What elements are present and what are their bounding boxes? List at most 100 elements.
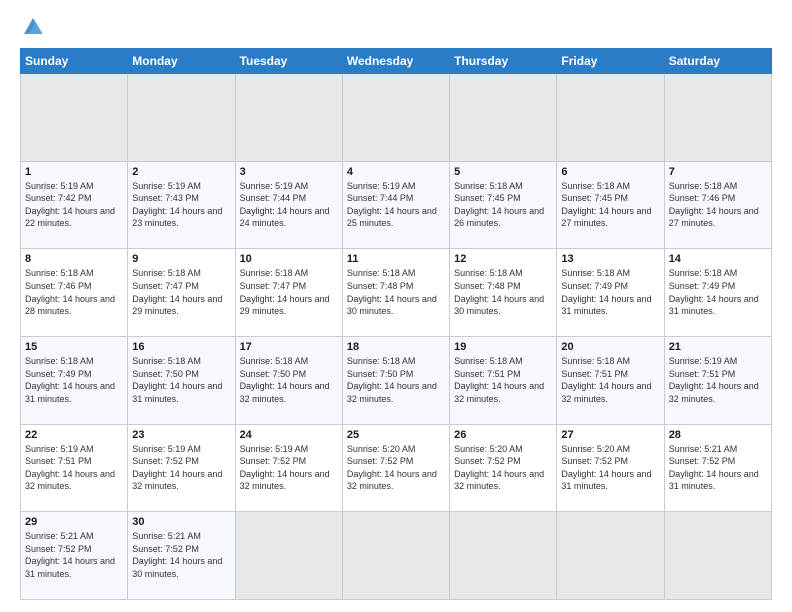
calendar-week-3: 15 Sunrise: 5:18 AMSunset: 7:49 PMDayligh… <box>21 336 772 424</box>
calendar-cell: 26Sunrise: 5:20 AMSunset: 7:52 PMDayligh… <box>450 424 557 512</box>
calendar-cell <box>557 512 664 600</box>
day-number: 26 <box>454 429 552 441</box>
day-header-thursday: Thursday <box>450 49 557 74</box>
calendar-cell: 11Sunrise: 5:18 AMSunset: 7:48 PMDayligh… <box>342 249 449 337</box>
calendar-cell: 17Sunrise: 5:18 AMSunset: 7:50 PMDayligh… <box>235 336 342 424</box>
calendar-header-row: SundayMondayTuesdayWednesdayThursdayFrid… <box>21 49 772 74</box>
day-header-sunday: Sunday <box>21 49 128 74</box>
day-number: 7 <box>669 166 767 178</box>
calendar-cell: 16 Sunrise: 5:18 AMSunset: 7:50 PMDayligh… <box>128 336 235 424</box>
day-info: Sunrise: 5:18 AMSunset: 7:51 PMDaylight:… <box>454 355 552 405</box>
day-number: 15 <box>25 341 123 353</box>
day-info: Sunrise: 5:19 AMSunset: 7:51 PMDaylight:… <box>669 355 767 405</box>
day-number: 18 <box>347 341 445 353</box>
calendar-cell: 20 Sunrise: 5:18 AMSunset: 7:51 PMDayligh… <box>557 336 664 424</box>
calendar-cell <box>450 74 557 162</box>
calendar-cell: 9 Sunrise: 5:18 AMSunset: 7:47 PMDaylight… <box>128 249 235 337</box>
calendar-cell: 2 Sunrise: 5:19 AMSunset: 7:43 PMDaylight… <box>128 161 235 249</box>
day-info: Sunrise: 5:18 AMSunset: 7:48 PMDaylight:… <box>454 267 552 317</box>
day-info: Sunrise: 5:21 AMSunset: 7:52 PMDaylight:… <box>25 530 123 580</box>
day-header-saturday: Saturday <box>664 49 771 74</box>
logo-icon <box>22 16 44 38</box>
day-info: Sunrise: 5:18 AMSunset: 7:47 PMDaylight:… <box>132 267 230 317</box>
calendar-cell: 24 Sunrise: 5:19 AMSunset: 7:52 PMDayligh… <box>235 424 342 512</box>
day-info: Sunrise: 5:18 AMSunset: 7:49 PMDaylight:… <box>669 267 767 317</box>
calendar-cell: 27 Sunrise: 5:20 AMSunset: 7:52 PMDayligh… <box>557 424 664 512</box>
day-number: 13 <box>561 253 659 265</box>
calendar-cell <box>235 512 342 600</box>
day-number: 27 <box>561 429 659 441</box>
day-header-monday: Monday <box>128 49 235 74</box>
day-number: 5 <box>454 166 552 178</box>
calendar-cell <box>342 512 449 600</box>
calendar-cell <box>342 74 449 162</box>
calendar-cell: 4Sunrise: 5:19 AMSunset: 7:44 PMDaylight… <box>342 161 449 249</box>
calendar-week-0 <box>21 74 772 162</box>
calendar-cell: 5 Sunrise: 5:18 AMSunset: 7:45 PMDaylight… <box>450 161 557 249</box>
day-number: 3 <box>240 166 338 178</box>
calendar-cell: 14 Sunrise: 5:18 AMSunset: 7:49 PMDayligh… <box>664 249 771 337</box>
calendar-cell: 28 Sunrise: 5:21 AMSunset: 7:52 PMDayligh… <box>664 424 771 512</box>
day-number: 23 <box>132 429 230 441</box>
day-number: 10 <box>240 253 338 265</box>
day-info: Sunrise: 5:18 AMSunset: 7:46 PMDaylight:… <box>25 267 123 317</box>
calendar-cell <box>235 74 342 162</box>
day-info: Sunrise: 5:18 AMSunset: 7:51 PMDaylight:… <box>561 355 659 405</box>
day-info: Sunrise: 5:19 AMSunset: 7:43 PMDaylight:… <box>132 180 230 230</box>
day-number: 25 <box>347 429 445 441</box>
calendar-cell: 21Sunrise: 5:19 AMSunset: 7:51 PMDayligh… <box>664 336 771 424</box>
calendar-cell <box>21 74 128 162</box>
day-header-friday: Friday <box>557 49 664 74</box>
day-info: Sunrise: 5:18 AMSunset: 7:45 PMDaylight:… <box>454 180 552 230</box>
calendar-cell: 29 Sunrise: 5:21 AMSunset: 7:52 PMDayligh… <box>21 512 128 600</box>
day-header-wednesday: Wednesday <box>342 49 449 74</box>
calendar-cell: 12 Sunrise: 5:18 AMSunset: 7:48 PMDayligh… <box>450 249 557 337</box>
day-number: 22 <box>25 429 123 441</box>
calendar-cell <box>664 512 771 600</box>
day-number: 30 <box>132 516 230 528</box>
day-info: Sunrise: 5:18 AMSunset: 7:49 PMDaylight:… <box>25 355 123 405</box>
calendar-cell: 13 Sunrise: 5:18 AMSunset: 7:49 PMDayligh… <box>557 249 664 337</box>
header <box>20 16 772 38</box>
day-number: 24 <box>240 429 338 441</box>
day-info: Sunrise: 5:19 AMSunset: 7:44 PMDaylight:… <box>240 180 338 230</box>
day-info: Sunrise: 5:20 AMSunset: 7:52 PMDaylight:… <box>347 443 445 493</box>
calendar-cell: 1 Sunrise: 5:19 AMSunset: 7:42 PMDaylight… <box>21 161 128 249</box>
day-header-tuesday: Tuesday <box>235 49 342 74</box>
day-number: 16 <box>132 341 230 353</box>
day-number: 28 <box>669 429 767 441</box>
calendar-week-5: 29 Sunrise: 5:21 AMSunset: 7:52 PMDayligh… <box>21 512 772 600</box>
calendar-cell: 30Sunrise: 5:21 AMSunset: 7:52 PMDayligh… <box>128 512 235 600</box>
day-info: Sunrise: 5:18 AMSunset: 7:47 PMDaylight:… <box>240 267 338 317</box>
day-number: 6 <box>561 166 659 178</box>
day-info: Sunrise: 5:18 AMSunset: 7:50 PMDaylight:… <box>240 355 338 405</box>
page: SundayMondayTuesdayWednesdayThursdayFrid… <box>0 0 792 612</box>
calendar-cell <box>450 512 557 600</box>
day-info: Sunrise: 5:18 AMSunset: 7:45 PMDaylight:… <box>561 180 659 230</box>
day-info: Sunrise: 5:19 AMSunset: 7:42 PMDaylight:… <box>25 180 123 230</box>
calendar-cell <box>664 74 771 162</box>
day-info: Sunrise: 5:21 AMSunset: 7:52 PMDaylight:… <box>669 443 767 493</box>
day-info: Sunrise: 5:20 AMSunset: 7:52 PMDaylight:… <box>561 443 659 493</box>
day-number: 29 <box>25 516 123 528</box>
day-number: 20 <box>561 341 659 353</box>
calendar-cell: 8 Sunrise: 5:18 AMSunset: 7:46 PMDaylight… <box>21 249 128 337</box>
calendar-cell: 18Sunrise: 5:18 AMSunset: 7:50 PMDayligh… <box>342 336 449 424</box>
calendar-cell: 7Sunrise: 5:18 AMSunset: 7:46 PMDaylight… <box>664 161 771 249</box>
day-number: 2 <box>132 166 230 178</box>
day-number: 11 <box>347 253 445 265</box>
day-number: 8 <box>25 253 123 265</box>
calendar: SundayMondayTuesdayWednesdayThursdayFrid… <box>20 48 772 600</box>
calendar-week-1: 1 Sunrise: 5:19 AMSunset: 7:42 PMDaylight… <box>21 161 772 249</box>
day-number: 1 <box>25 166 123 178</box>
logo <box>20 16 44 38</box>
day-number: 14 <box>669 253 767 265</box>
day-number: 9 <box>132 253 230 265</box>
day-info: Sunrise: 5:18 AMSunset: 7:50 PMDaylight:… <box>132 355 230 405</box>
calendar-cell <box>557 74 664 162</box>
calendar-cell: 15 Sunrise: 5:18 AMSunset: 7:49 PMDayligh… <box>21 336 128 424</box>
day-info: Sunrise: 5:18 AMSunset: 7:49 PMDaylight:… <box>561 267 659 317</box>
calendar-cell <box>128 74 235 162</box>
day-number: 12 <box>454 253 552 265</box>
day-info: Sunrise: 5:19 AMSunset: 7:52 PMDaylight:… <box>240 443 338 493</box>
